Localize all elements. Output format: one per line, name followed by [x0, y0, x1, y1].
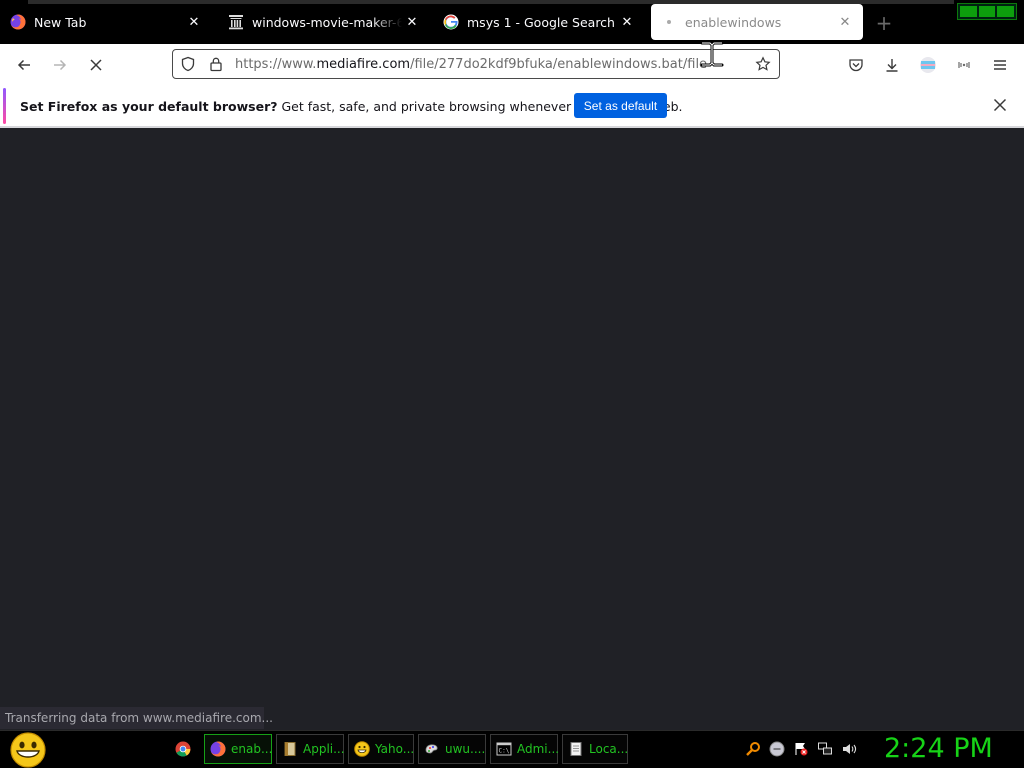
- tab-strip: New Tab ✕ windows-movie-maker-6.0 dir ✕ …: [0, 0, 1024, 44]
- taskbar-button-applications[interactable]: Appli...: [276, 734, 345, 764]
- account-avatar-icon: [920, 57, 936, 73]
- smiley-status-icon: [769, 741, 785, 757]
- cmd-icon: C:\: [496, 742, 512, 756]
- menu-button[interactable]: [987, 52, 1013, 78]
- flag-error-icon: [795, 743, 808, 756]
- pocket-icon: [849, 59, 863, 72]
- taskbar-button-paint[interactable]: uwu....: [418, 734, 486, 764]
- back-button[interactable]: [11, 52, 37, 78]
- set-as-default-button[interactable]: Set as default: [574, 93, 667, 118]
- extension-icon: [958, 62, 970, 68]
- speaker-icon: [843, 744, 857, 754]
- stop-loading-button[interactable]: [83, 52, 109, 78]
- page-content-area[interactable]: [0, 128, 1024, 730]
- forward-button[interactable]: [47, 52, 73, 78]
- downloads-button[interactable]: [879, 52, 905, 78]
- star-icon[interactable]: [755, 56, 771, 72]
- notification-accent-stripe: [3, 88, 6, 124]
- download-icon: [886, 59, 898, 72]
- taskbar-button-label: Appli...: [303, 742, 345, 756]
- text-cursor-icon: [700, 41, 724, 67]
- yahoo-smiley-icon: [354, 741, 370, 757]
- lock-icon[interactable]: [208, 56, 224, 72]
- taskbar-button-label: enab...: [231, 742, 273, 756]
- taskbar-button-admin-cmd[interactable]: C:\ Admi...: [490, 734, 560, 764]
- network-icon: [818, 742, 832, 755]
- taskbar-button-label: Admi...: [517, 742, 560, 756]
- paint-icon: [425, 744, 438, 754]
- start-smiley-icon[interactable]: [8, 731, 48, 768]
- taskbar-button-yahoo[interactable]: Yaho...: [348, 734, 414, 764]
- taskbar-button-label: Loca...: [589, 742, 629, 756]
- url-domain: mediafire.com: [316, 57, 411, 72]
- google-icon: [443, 14, 459, 30]
- arrow-right-icon: [54, 59, 67, 71]
- tray-alert[interactable]: [793, 741, 809, 757]
- tab-google-search[interactable]: msys 1 - Google Search ✕: [433, 5, 645, 39]
- meter-bar: [960, 6, 977, 17]
- new-tab-button[interactable]: +: [872, 11, 896, 35]
- taskbar-button-label: uwu....: [445, 742, 486, 756]
- close-tab-icon[interactable]: ✕: [184, 12, 204, 32]
- meter-bar: [978, 6, 996, 17]
- taskbar: enab... Appli... Yaho... uwu.... C:\ Adm…: [0, 730, 1024, 768]
- archive-org-icon: [229, 15, 243, 30]
- hamburger-menu-icon: [994, 60, 1006, 70]
- url-prefix: https://www.: [235, 57, 317, 72]
- tray-messenger[interactable]: [769, 741, 785, 757]
- taskbar-button-local[interactable]: Loca...: [562, 734, 628, 764]
- close-icon: [993, 98, 1007, 112]
- tab-enablewindows[interactable]: enablewindows ✕: [651, 4, 863, 40]
- tab-new-tab[interactable]: New Tab ✕: [0, 5, 212, 39]
- taskbar-button-label: Yaho...: [375, 742, 415, 756]
- tray-search[interactable]: [745, 741, 761, 757]
- tab-title: enablewindows: [685, 14, 782, 30]
- close-tab-icon[interactable]: ✕: [835, 12, 855, 32]
- firefox-icon: [10, 14, 26, 30]
- loading-dot-icon: [667, 20, 671, 24]
- tab-windows-movie-maker[interactable]: windows-movie-maker-6.0 dir ✕: [218, 5, 430, 39]
- notification-bold-text: Set Firefox as your default browser?: [20, 99, 278, 114]
- tab-title: windows-movie-maker-6.0 dir: [252, 14, 402, 30]
- magnifier-icon: [746, 742, 760, 756]
- shield-icon[interactable]: [180, 56, 196, 72]
- taskbar-clock[interactable]: 2:24 PM: [884, 733, 993, 764]
- window-meter-widget: [957, 3, 1017, 20]
- meter-bar: [997, 6, 1015, 17]
- chrome-icon[interactable]: [175, 741, 191, 757]
- pocket-button[interactable]: [843, 52, 869, 78]
- taskbar-button-firefox[interactable]: enab...: [204, 734, 272, 764]
- close-icon: [90, 59, 102, 71]
- navigation-toolbar: https://www.mediafire.com/file/277do2kdf…: [0, 44, 1024, 86]
- extension-button[interactable]: [951, 52, 977, 78]
- url-text[interactable]: https://www.mediafire.com/file/277do2kdf…: [235, 57, 707, 72]
- default-browser-notification: Set Firefox as your default browser? Get…: [0, 86, 1024, 126]
- book-icon: [284, 742, 296, 756]
- status-panel: Transferring data from www.mediafire.com…: [0, 707, 273, 729]
- tab-title: msys 1 - Google Search: [467, 14, 615, 30]
- close-notification-button[interactable]: [990, 95, 1010, 115]
- close-tab-icon[interactable]: ✕: [402, 12, 422, 32]
- tab-title: New Tab: [34, 14, 87, 30]
- svg-text:C:\: C:\: [499, 748, 510, 755]
- close-tab-icon[interactable]: ✕: [617, 12, 637, 32]
- arrow-left-icon: [17, 59, 30, 71]
- tray-volume[interactable]: [841, 741, 857, 757]
- notepad-icon: [570, 742, 582, 756]
- firefox-icon: [210, 741, 226, 757]
- account-button[interactable]: [915, 52, 941, 78]
- tray-network[interactable]: [817, 741, 833, 757]
- url-bar[interactable]: https://www.mediafire.com/file/277do2kdf…: [172, 49, 780, 79]
- url-path: /file/277do2kdf9bfuka/enablewindows.bat/…: [410, 57, 708, 72]
